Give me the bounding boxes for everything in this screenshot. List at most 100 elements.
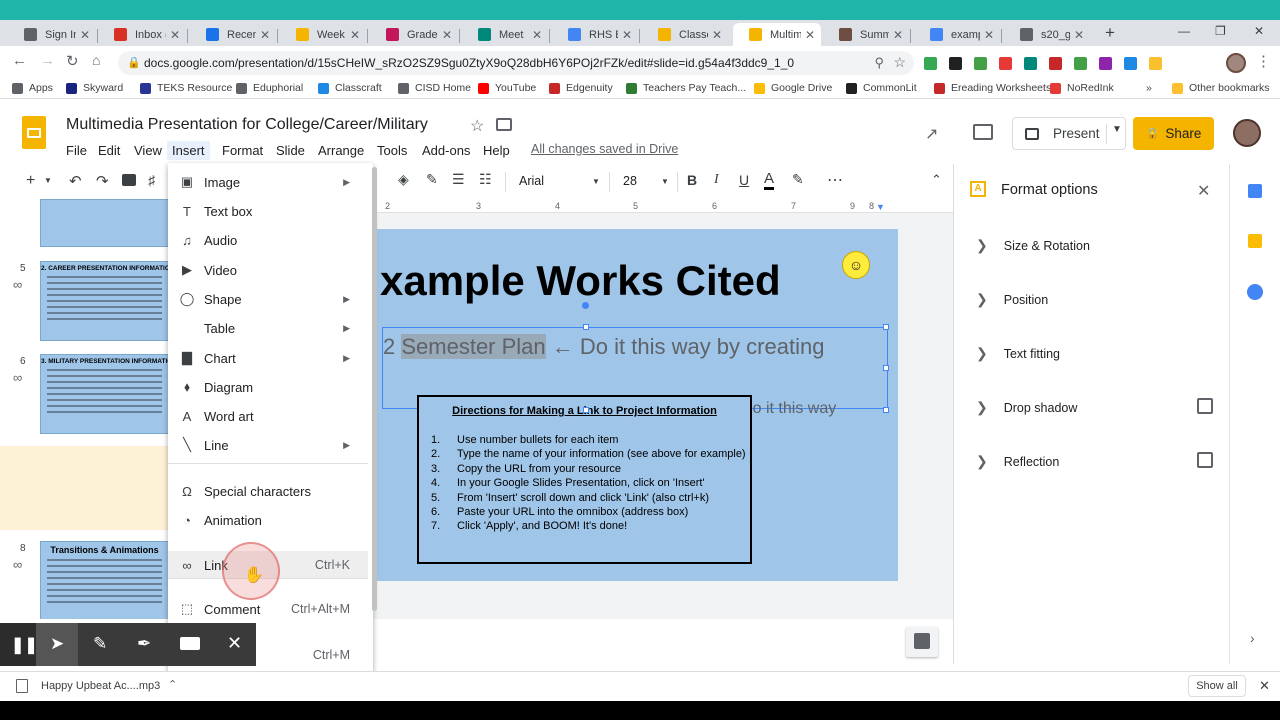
browser-tab[interactable]: Classes ✕ [642,23,728,46]
download-filename[interactable]: Happy Upbeat Ac....mp3 [41,680,160,692]
highlight-icon[interactable]: ✎ [792,171,804,188]
italic-button[interactable]: I [714,172,719,188]
slide-title[interactable]: xample Works Cited [380,257,781,305]
close-icon[interactable]: ✕ [622,28,632,42]
zoom-icon[interactable]: ⚲ [874,55,884,71]
save-status[interactable]: All changes saved in Drive [531,142,678,156]
menu-insert[interactable]: Insert [167,141,210,160]
border-color-icon[interactable]: ✎ [426,171,438,188]
format-option-reflection[interactable]: ❯ Reflection [976,453,1216,470]
text-color-icon[interactable]: A [764,170,775,190]
comments-icon[interactable] [973,124,993,140]
chevron-down-icon[interactable]: ▼ [592,177,600,186]
more-icon[interactable]: ⋯ [827,170,843,190]
insert-menu-item-line[interactable]: ╲ Line ▶ [168,431,368,459]
insert-menu-item-audio[interactable]: ♫ Audio [168,226,368,254]
slide-thumbnail[interactable] [40,199,169,247]
extension-icon[interactable] [1124,56,1137,70]
close-icon[interactable]: ✕ [260,28,270,42]
bookmark-item[interactable]: Eduphorial [236,82,303,94]
undo-icon[interactable]: ↶ [69,172,82,190]
body-line-1[interactable]: 2 Semester Plan ← Do it this way by crea… [383,334,824,360]
star-icon[interactable]: ☆ [893,54,906,71]
bookmark-item[interactable]: Classcraft [318,82,382,94]
extension-icon[interactable] [1099,56,1112,70]
chevron-up-icon[interactable]: ⌃ [168,678,177,691]
browser-menu-icon[interactable]: ⋮ [1256,52,1271,70]
insert-menu-item-comment[interactable]: ⬚ Comment Ctrl+Alt+M [168,595,368,623]
menu-edit[interactable]: Edit [98,141,120,160]
fill-color-icon[interactable]: ◈ [398,171,409,188]
redo-icon[interactable]: ↷ [96,172,109,190]
font-select[interactable]: Arial [519,174,544,188]
close-icon[interactable]: ✕ [532,28,542,42]
chevron-down-icon[interactable]: ▼ [661,177,669,186]
close-icon[interactable]: ✕ [227,633,242,654]
resize-handle[interactable] [883,365,889,371]
close-icon[interactable]: ✕ [170,28,180,42]
move-folder-icon[interactable] [496,118,512,131]
restore-icon[interactable]: ❐ [1215,24,1226,38]
camera-icon[interactable] [180,637,200,650]
bookmark-item[interactable]: NoRedInk [1050,82,1114,94]
pen-icon[interactable]: ✎ [93,634,107,654]
user-avatar[interactable] [1233,119,1261,147]
resize-handle[interactable] [883,407,889,413]
extension-icon[interactable] [1024,56,1037,70]
address-bar[interactable]: 🔒 docs.google.com/presentation/d/15sCHeI… [118,51,914,75]
collapse-icon[interactable]: ⌃ [931,172,942,188]
checkbox[interactable] [1197,398,1213,414]
highlighter-icon[interactable]: ✒ [137,634,151,654]
show-all-button[interactable]: Show all [1188,675,1246,697]
format-option-size-rotation[interactable]: ❯ Size & Rotation [976,237,1216,254]
chevron-down-icon[interactable]: ▼ [44,176,52,185]
close-icon[interactable]: ✕ [1254,24,1264,38]
extension-icon[interactable] [1149,56,1162,70]
close-icon[interactable]: ✕ [805,28,815,42]
present-button[interactable]: Present ▼ [1012,117,1126,150]
browser-tab[interactable]: Sign In ✕ [8,23,96,46]
bookmark-item[interactable]: Teachers Pay Teach... [626,82,746,94]
back-icon[interactable]: ← [12,52,27,69]
close-icon[interactable]: ✕ [712,28,722,42]
close-icon[interactable]: ✕ [1197,181,1210,201]
resize-handle[interactable] [583,407,589,413]
explore-button[interactable] [906,627,938,657]
insert-menu-item-video[interactable]: ▶ Video [168,256,368,284]
menu-tools[interactable]: Tools [377,141,407,160]
home-icon[interactable]: ⌂ [92,52,100,68]
bookmark-item[interactable]: Apps [12,82,53,94]
forward-icon[interactable]: → [40,52,55,69]
reload-icon[interactable]: ↻ [66,52,79,70]
close-icon[interactable]: ✕ [1259,678,1270,694]
print-icon[interactable] [122,174,136,186]
resize-handle[interactable] [883,324,889,330]
bookmark-item[interactable]: » [1146,82,1152,94]
indent-marker-icon[interactable]: ▼ [876,202,885,212]
document-title[interactable]: Multimedia Presentation for College/Care… [66,116,428,134]
extension-icon[interactable] [949,56,962,70]
smiley-image[interactable]: ☺ [842,251,870,279]
browser-tab[interactable]: Multime ✕ [733,23,821,46]
directions-box[interactable]: Directions for Making a Link to Project … [417,395,752,564]
bookmark-item[interactable]: Edgenuity [549,82,613,94]
star-icon[interactable]: ☆ [470,116,484,136]
insert-menu-item-text-box[interactable]: T Text box [168,197,368,225]
browser-tab[interactable]: Meet ✕ [462,23,548,46]
menu-help[interactable]: Help [483,141,510,160]
browser-tab[interactable]: Gradeb ✕ [370,23,458,46]
insert-menu-item-shape[interactable]: ◯ Shape ▶ [168,285,368,313]
format-option-drop-shadow[interactable]: ❯ Drop shadow [976,399,1216,416]
bold-button[interactable]: B [687,172,697,188]
resize-handle[interactable] [583,324,589,330]
pause-icon[interactable]: ❚❚ [11,635,38,655]
close-icon[interactable]: ✕ [80,28,90,42]
activity-trend-icon[interactable]: ↗ [925,124,938,144]
extension-icon[interactable] [999,56,1012,70]
slide-thumbnail[interactable]: 3. MILITARY PRESENTATION INFORMATION [40,354,169,434]
browser-tab[interactable]: RHS Eng ✕ [552,23,638,46]
insert-menu-item-animation[interactable]: ◔ Animation [168,506,368,534]
pointer-icon[interactable]: ➤ [50,634,64,654]
bookmark-item[interactable]: Other bookmarks [1172,82,1270,94]
border-dash-icon[interactable]: ☷ [479,171,492,188]
